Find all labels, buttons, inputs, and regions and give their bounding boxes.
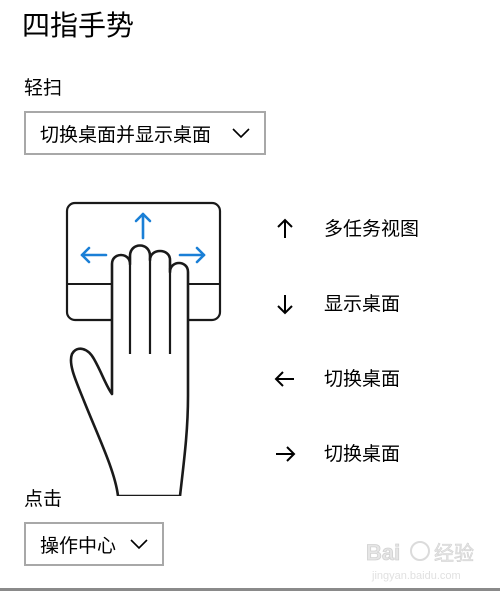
gesture-right-label: 切换桌面 (324, 443, 401, 465)
arrow-up-icon (277, 218, 293, 238)
tap-dropdown-value: 操作中心 (40, 534, 117, 557)
arrow-left-icon (274, 371, 294, 387)
svg-text:Bai: Bai (366, 540, 400, 565)
four-finger-gesture-illustration (65, 201, 222, 496)
chevron-down-icon (130, 539, 148, 550)
swipe-dropdown[interactable]: 切换桌面并显示桌面 (24, 111, 266, 155)
gesture-up: 多任务视图 (272, 216, 419, 242)
svg-text:经验: 经验 (434, 542, 474, 565)
tap-label: 点击 (24, 488, 63, 510)
baidu-jingyan-watermark: Bai 经验 jingyan.baidu.com (366, 540, 475, 582)
swipe-label: 轻扫 (24, 77, 63, 99)
tap-dropdown[interactable]: 操作中心 (24, 522, 164, 566)
gesture-down-label: 显示桌面 (324, 293, 401, 315)
gesture-down: 显示桌面 (272, 291, 400, 317)
chevron-down-icon (232, 128, 250, 139)
gesture-left-label: 切换桌面 (324, 368, 401, 390)
swipe-dropdown-value: 切换桌面并显示桌面 (40, 123, 212, 146)
arrow-right-icon (276, 446, 296, 462)
gesture-right: 切换桌面 (272, 441, 400, 467)
svg-text:jingyan.baidu.com: jingyan.baidu.com (371, 570, 461, 582)
arrow-down-icon (277, 295, 293, 315)
gesture-left: 切换桌面 (272, 366, 400, 392)
page-title: 四指手势 (22, 9, 135, 42)
gesture-up-label: 多任务视图 (324, 218, 420, 240)
